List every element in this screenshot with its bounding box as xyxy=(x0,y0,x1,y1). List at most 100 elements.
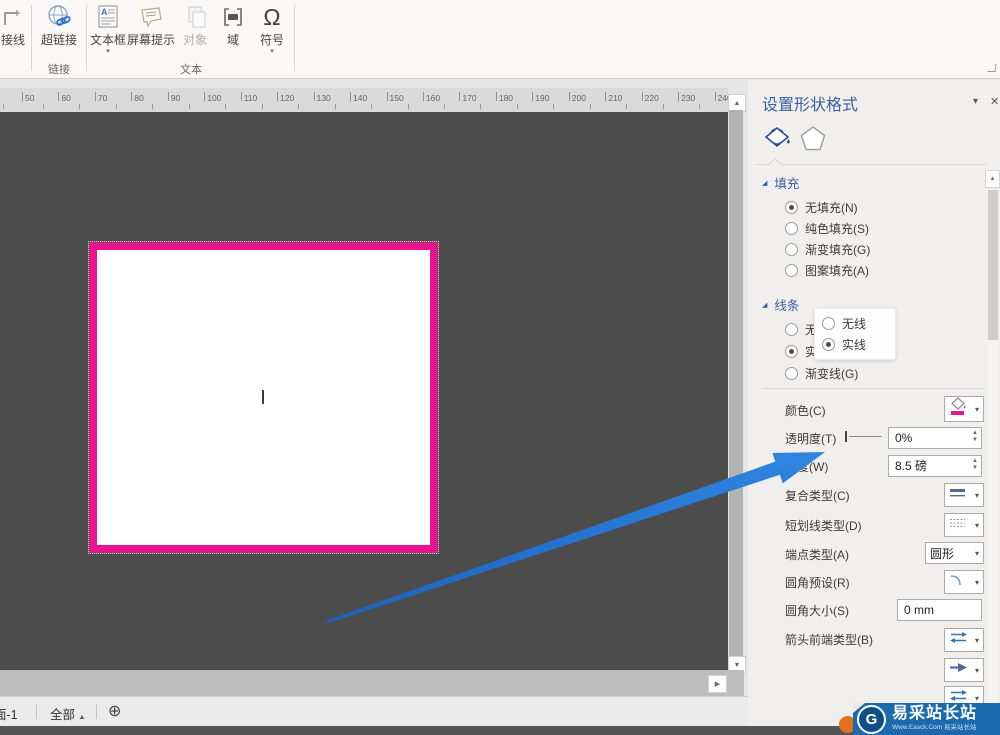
color-bucket-icon xyxy=(949,397,967,421)
round-preset-label: 圆角预设(R) xyxy=(785,574,850,591)
ribbon-group-label-text: 文本 xyxy=(89,61,293,77)
add-page-button[interactable]: ⊕ xyxy=(108,701,121,721)
ribbon-separator xyxy=(294,5,295,71)
radio-icon xyxy=(785,323,798,336)
ribbon-button-screentip[interactable]: 屏幕提示 xyxy=(127,3,175,47)
ribbon-button-connector-partial[interactable]: 接线 xyxy=(0,3,30,47)
pane-menu-dropdown[interactable]: ▾ xyxy=(973,96,978,107)
arrow-front-type-dropdown[interactable]: ▾ xyxy=(944,628,984,652)
transparency-slider-handle[interactable] xyxy=(845,431,847,442)
section-header-line[interactable]: ◢ 线条 xyxy=(762,295,799,314)
arrow-front-size-dropdown[interactable]: ▾ xyxy=(944,658,984,682)
width-label: 宽度(W) xyxy=(785,458,828,475)
up-arrow-icon: ▲ xyxy=(990,176,996,182)
watermark-logo: G 易采站长站 Www.Easck.Com 易采站长站 xyxy=(853,703,1000,735)
all-pages-arrow-icon: ▲ xyxy=(79,714,86,721)
up-arrow-icon: ▲ xyxy=(734,100,741,107)
ribbon-separator xyxy=(86,5,87,71)
ribbon-button-object: 对象 xyxy=(177,3,213,47)
ribbon-separator xyxy=(31,5,32,71)
corner-curve-icon xyxy=(949,573,964,592)
chevron-down-icon: ▾ xyxy=(975,694,979,703)
all-pages-tab[interactable]: 全部 ▲ xyxy=(50,704,85,723)
screen-tip-icon xyxy=(127,3,175,31)
transparency-input[interactable]: 0% ▲▼ xyxy=(888,427,982,449)
hyperlink-globe-icon xyxy=(33,3,85,31)
radio-icon xyxy=(785,345,798,358)
radio-no-line[interactable]: 无 xyxy=(785,321,817,338)
tab-effects[interactable] xyxy=(798,124,830,156)
pane-scrollbar[interactable] xyxy=(988,190,998,735)
chevron-down-icon: ▾ xyxy=(975,549,979,558)
page-tab[interactable]: 面-1 xyxy=(0,704,18,723)
arrow-front-type-label: 箭头前端类型(B) xyxy=(785,631,873,648)
dash-lines-icon xyxy=(949,516,966,534)
color-label: 颜色(C) xyxy=(785,402,826,419)
dash-type-label: 短划线类型(D) xyxy=(785,517,862,534)
watermark-name: 易采站长站 xyxy=(892,706,977,722)
compound-type-label: 复合类型(C) xyxy=(785,487,850,504)
ribbon-collapse-icon[interactable] xyxy=(987,64,996,72)
watermark-url: Www.Easck.Com 易采站长站 xyxy=(892,725,977,732)
radio-icon xyxy=(785,201,798,214)
width-stepper[interactable]: ▲▼ xyxy=(972,458,978,472)
radio-solid-line-overlay[interactable]: 实线 xyxy=(822,336,866,353)
dash-type-dropdown[interactable]: ▾ xyxy=(944,513,984,537)
object-icon xyxy=(177,3,213,31)
chevron-down-icon: ▾ xyxy=(975,491,979,500)
radio-gradient-line[interactable]: 渐变线(G) xyxy=(785,365,858,382)
field-icon xyxy=(215,3,251,31)
radio-no-line-overlay[interactable]: 无线 xyxy=(822,315,866,332)
radio-icon xyxy=(785,243,798,256)
chevron-down-icon: ▾ xyxy=(975,578,979,587)
pane-scroll-up-button[interactable]: ▲ xyxy=(985,170,1000,188)
connector-icon xyxy=(0,3,30,31)
dropdown-arrow-icon: ▾ xyxy=(252,48,292,55)
tab-fill-and-line[interactable] xyxy=(762,124,794,156)
dropdown-arrow-icon: ▾ xyxy=(89,48,127,55)
double-arrow-icon xyxy=(949,631,968,649)
chevron-down-icon: ▾ xyxy=(975,666,979,675)
ribbon-button-textbox[interactable]: A 文本框 ▾ xyxy=(89,3,127,55)
ribbon: 接线 超链接 A xyxy=(0,0,1000,79)
ribbon-button-hyperlink[interactable]: 超链接 xyxy=(33,3,85,47)
compound-type-dropdown[interactable]: ▾ xyxy=(944,483,984,507)
down-arrow-icon: ▼ xyxy=(734,662,741,669)
line-options-overlay: 无线 实线 xyxy=(814,308,896,360)
radio-icon xyxy=(822,317,835,330)
svg-text:A: A xyxy=(101,7,108,17)
round-preset-dropdown[interactable]: ▾ xyxy=(944,570,984,594)
format-shape-pane: 设置形状格式 ▾ ✕ ▲ xyxy=(748,80,1000,735)
horizontal-scrollbar[interactable]: ▶ xyxy=(0,670,744,696)
chevron-down-icon: ▾ xyxy=(975,636,979,645)
radio-icon xyxy=(785,264,798,277)
cap-type-label: 端点类型(A) xyxy=(785,546,849,563)
radio-solid-fill[interactable]: 纯色填充(S) xyxy=(785,220,869,237)
selected-rectangle-shape[interactable] xyxy=(90,243,437,552)
omega-symbol-icon: Ω xyxy=(252,3,292,31)
chevron-down-icon: ▾ xyxy=(975,521,979,530)
transparency-label: 透明度(T) xyxy=(785,430,836,447)
round-size-label: 圆角大小(S) xyxy=(785,602,849,619)
width-input[interactable]: 8.5 磅 ▲▼ xyxy=(888,455,982,477)
radio-pattern-fill[interactable]: 图案填充(A) xyxy=(785,262,869,279)
transparency-stepper[interactable]: ▲▼ xyxy=(972,430,978,444)
round-size-input[interactable]: 0 mm xyxy=(897,599,982,621)
drawing-canvas[interactable] xyxy=(0,112,728,670)
vertical-scrollbar[interactable] xyxy=(729,110,743,656)
ribbon-button-symbol[interactable]: Ω 符号 ▾ xyxy=(252,3,292,55)
radio-no-fill[interactable]: 无填充(N) xyxy=(785,199,858,216)
pentagon-icon xyxy=(798,141,828,158)
radio-icon xyxy=(785,222,798,235)
line-color-picker[interactable]: ▾ xyxy=(944,396,984,422)
plus-circle-icon: ⊕ xyxy=(108,703,121,720)
transparency-slider-track[interactable] xyxy=(849,436,882,437)
ribbon-button-field[interactable]: 域 xyxy=(215,3,251,47)
section-header-fill[interactable]: ◢ 填充 xyxy=(762,173,799,192)
scroll-right-button[interactable]: ▶ xyxy=(708,675,727,693)
pane-scrollbar-thumb[interactable] xyxy=(988,190,998,340)
cap-type-dropdown[interactable]: 圆形 ▾ xyxy=(925,542,984,564)
chevron-down-icon: ▾ xyxy=(975,405,979,414)
radio-gradient-fill[interactable]: 渐变填充(G) xyxy=(785,241,870,258)
pane-close-button[interactable]: ✕ xyxy=(990,95,999,108)
